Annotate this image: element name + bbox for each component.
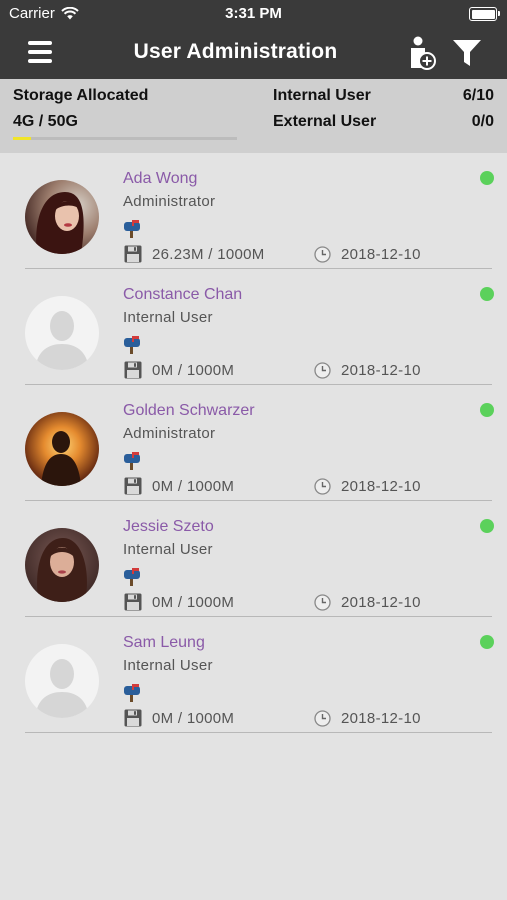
user-role: Administrator bbox=[123, 193, 216, 210]
floppy-disk-icon bbox=[124, 593, 142, 611]
user-role: Administrator bbox=[123, 425, 216, 442]
internal-user-label: Internal User bbox=[273, 87, 371, 104]
internal-user-count: 6/10 bbox=[462, 87, 494, 104]
filter-button[interactable] bbox=[451, 38, 483, 68]
storage-usage: 0M / 1000M bbox=[152, 362, 235, 379]
row-divider bbox=[25, 732, 492, 733]
storage-usage: 0M / 1000M bbox=[152, 478, 235, 495]
user-name: Jessie Szeto bbox=[123, 518, 214, 535]
avatar bbox=[25, 644, 99, 718]
storage-progress-bar bbox=[13, 137, 237, 140]
mailbox-icon bbox=[124, 568, 140, 586]
floppy-disk-icon bbox=[124, 477, 142, 495]
created-date: 2018-12-10 bbox=[341, 478, 421, 495]
floppy-disk-icon bbox=[124, 709, 142, 727]
add-user-button[interactable] bbox=[407, 35, 437, 71]
user-row[interactable]: Jessie Szeto Internal User 0M / 1000M 20… bbox=[0, 501, 507, 617]
user-role: Internal User bbox=[123, 657, 213, 674]
storage-allocated-value: 4G / 50G bbox=[13, 113, 78, 130]
user-role: Internal User bbox=[123, 541, 213, 558]
add-user-icon bbox=[411, 36, 436, 70]
online-status-dot bbox=[480, 403, 494, 417]
user-row[interactable]: Constance Chan Internal User 0M / 1000M … bbox=[0, 269, 507, 385]
mailbox-icon bbox=[124, 684, 140, 702]
created-date: 2018-12-10 bbox=[341, 594, 421, 611]
external-user-count: 0/0 bbox=[471, 113, 494, 130]
nav-bar: User Administration bbox=[0, 28, 507, 79]
user-row[interactable]: Golden Schwarzer Administrator 0M / 1000… bbox=[0, 385, 507, 501]
storage-summary: Storage Allocated 4G / 50G Internal User… bbox=[0, 79, 507, 153]
online-status-dot bbox=[480, 287, 494, 301]
mailbox-icon bbox=[124, 220, 140, 238]
storage-progress-fill bbox=[13, 137, 31, 140]
external-user-label: External User bbox=[273, 113, 377, 130]
storage-usage: 0M / 1000M bbox=[152, 594, 235, 611]
user-name: Sam Leung bbox=[123, 634, 205, 651]
avatar bbox=[25, 528, 99, 602]
created-date: 2018-12-10 bbox=[341, 246, 421, 263]
online-status-dot bbox=[480, 519, 494, 533]
clock-icon bbox=[314, 362, 331, 379]
clock-icon bbox=[314, 478, 331, 495]
clock-time: 3:31 PM bbox=[225, 5, 282, 22]
created-date: 2018-12-10 bbox=[341, 710, 421, 727]
storage-allocated-label: Storage Allocated bbox=[13, 87, 149, 104]
user-name: Golden Schwarzer bbox=[123, 402, 255, 419]
user-role: Internal User bbox=[123, 309, 213, 326]
avatar bbox=[25, 296, 99, 370]
page-title: User Administration bbox=[133, 40, 338, 63]
battery-icon bbox=[469, 7, 500, 21]
avatar bbox=[25, 180, 99, 254]
clock-icon bbox=[314, 710, 331, 727]
clock-icon bbox=[314, 246, 331, 263]
storage-usage: 26.23M / 1000M bbox=[152, 246, 265, 263]
storage-usage: 0M / 1000M bbox=[152, 710, 235, 727]
status-bar: Carrier 3:31 PM bbox=[0, 0, 507, 28]
user-row[interactable]: Sam Leung Internal User 0M / 1000M 2018-… bbox=[0, 617, 507, 733]
user-row[interactable]: Ada Wong Administrator 26.23M / 1000M 20… bbox=[0, 153, 507, 269]
avatar bbox=[25, 412, 99, 486]
floppy-disk-icon bbox=[124, 245, 142, 263]
floppy-disk-icon bbox=[124, 361, 142, 379]
clock-icon bbox=[314, 594, 331, 611]
filter-icon bbox=[453, 40, 481, 66]
created-date: 2018-12-10 bbox=[341, 362, 421, 379]
user-name: Constance Chan bbox=[123, 286, 243, 303]
user-name: Ada Wong bbox=[123, 170, 198, 187]
mailbox-icon bbox=[124, 452, 140, 470]
mailbox-icon bbox=[124, 336, 140, 354]
online-status-dot bbox=[480, 635, 494, 649]
online-status-dot bbox=[480, 171, 494, 185]
